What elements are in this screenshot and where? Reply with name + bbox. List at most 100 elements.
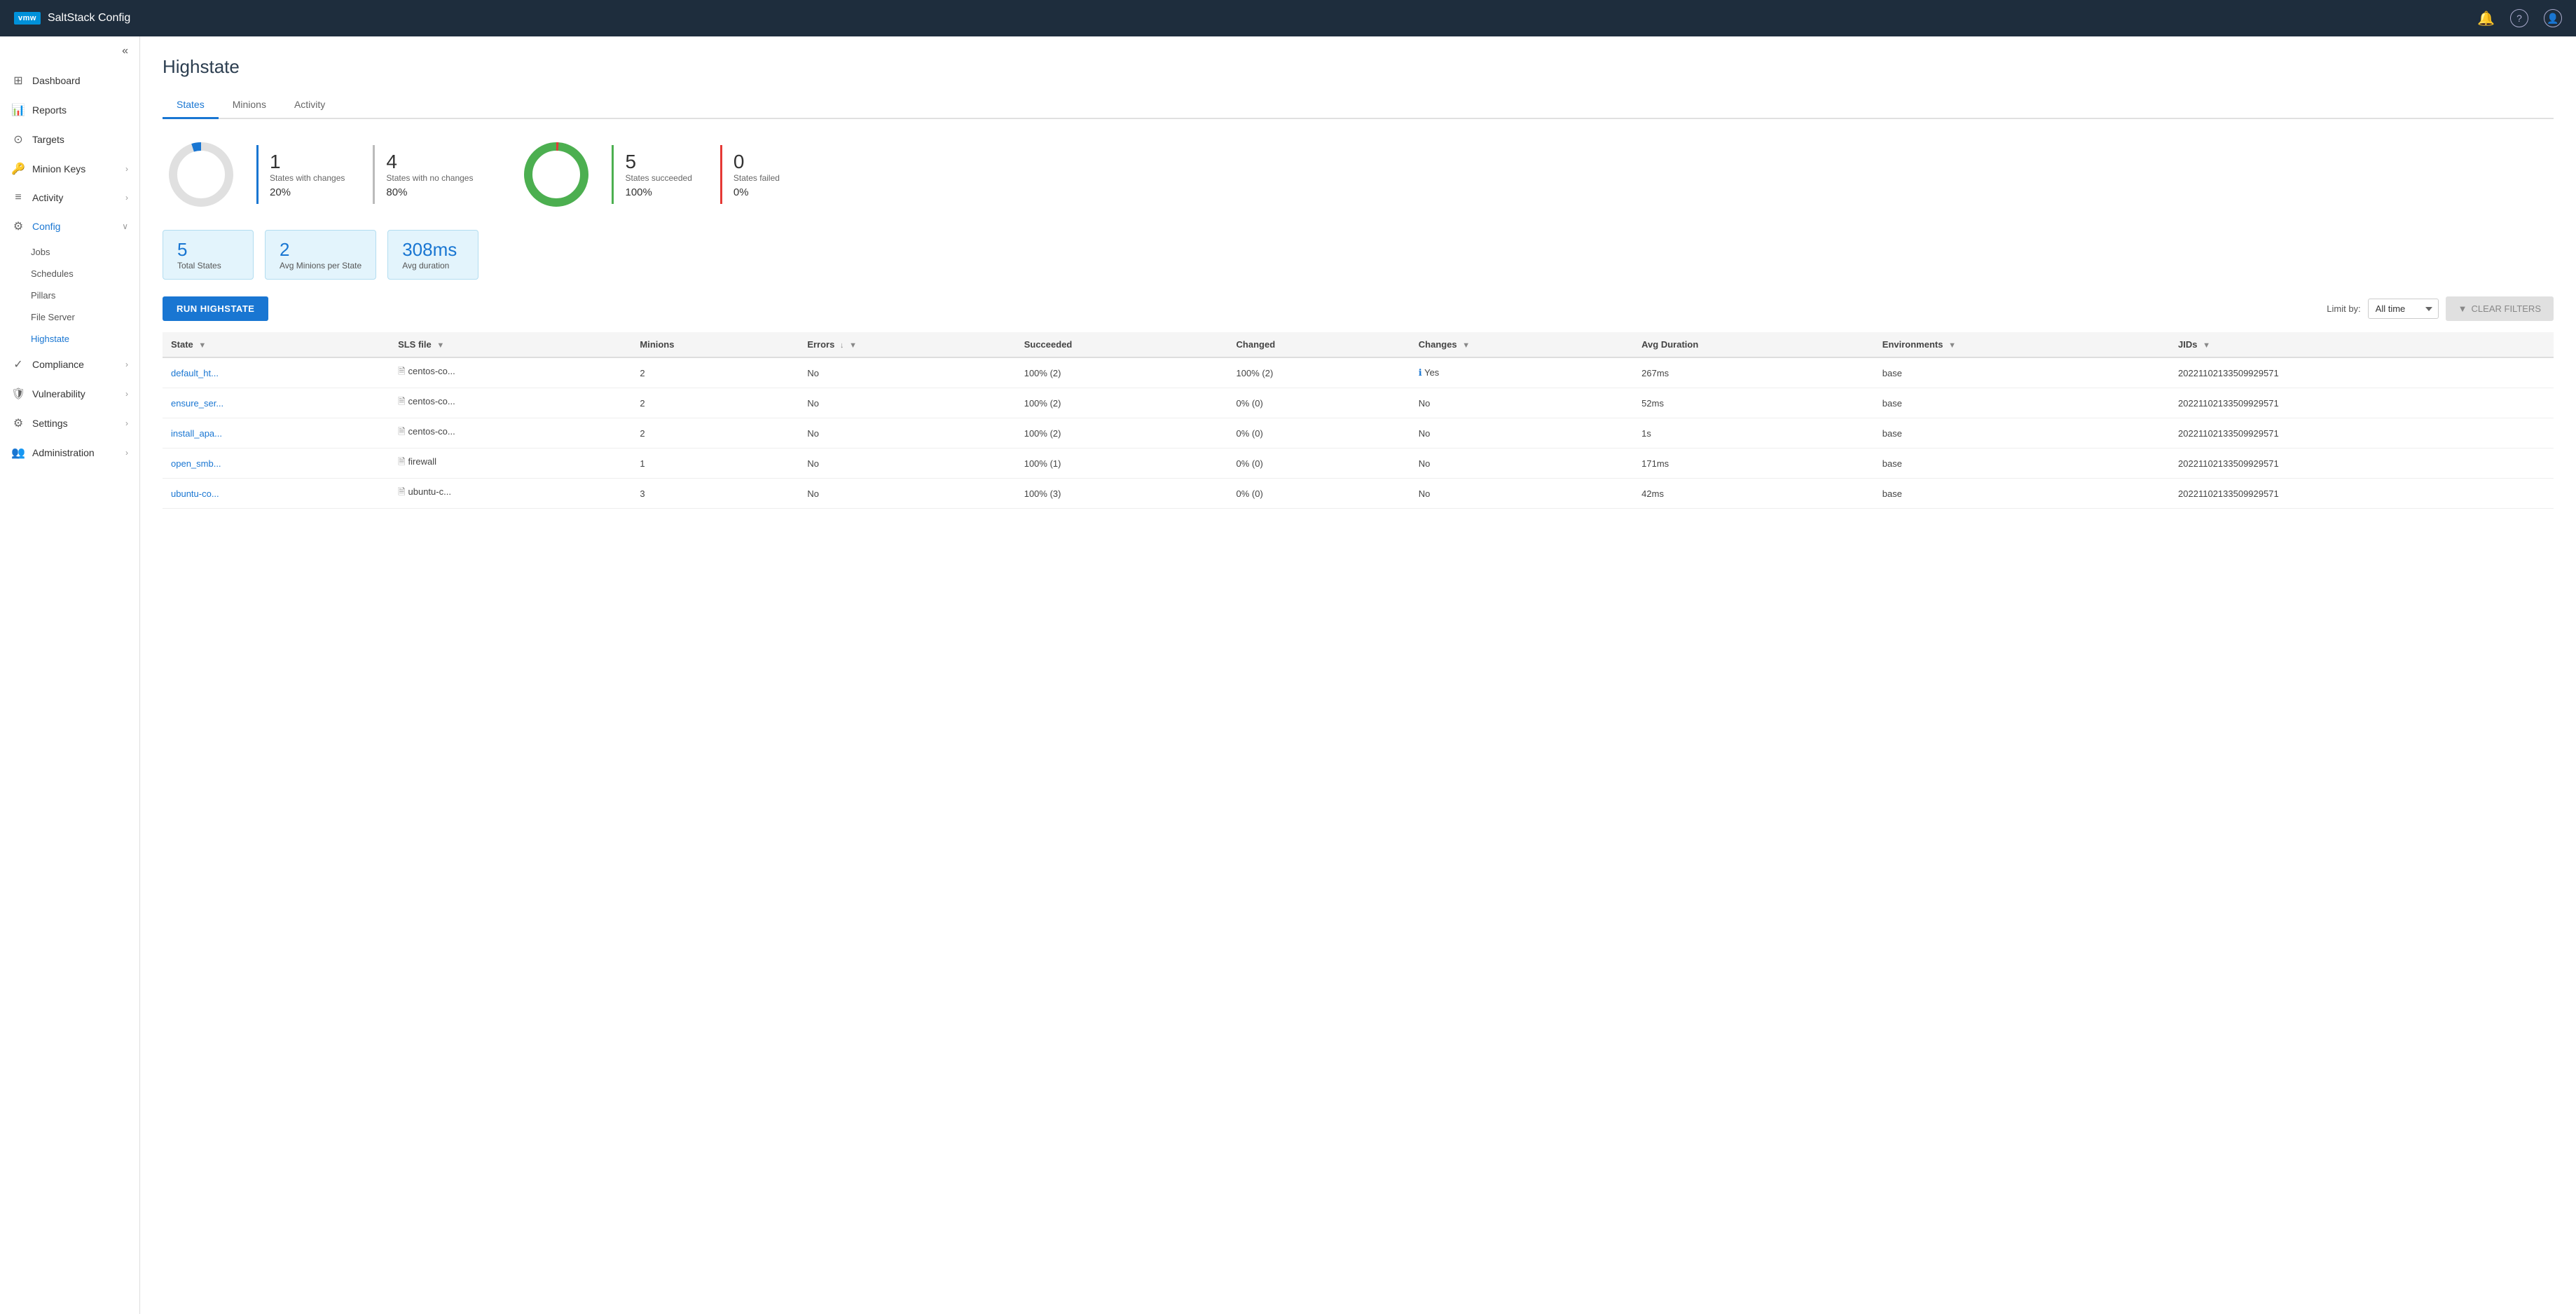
changed-cell: 0% (0) [1228, 418, 1410, 449]
states-succeeded-label: States succeeded [625, 173, 691, 184]
sidebar-item-targets[interactable]: ⊙ Targets [0, 125, 139, 154]
succeeded-cell: 100% (2) [1016, 418, 1228, 449]
col-avg-duration: Avg Duration [1633, 332, 1874, 357]
chevron-right-icon: › [125, 389, 128, 399]
tab-activity[interactable]: Activity [280, 92, 339, 119]
environments-cell: base [1874, 418, 2170, 449]
bell-icon[interactable]: 🔔 [2477, 10, 2495, 27]
sidebar-item-dashboard[interactable]: ⊞ Dashboard [0, 66, 139, 95]
changes-cell: ℹ Yes [1410, 357, 1633, 388]
states-with-changes-label: States with changes [270, 173, 345, 184]
col-sls-file: SLS file ▼ [390, 332, 631, 357]
table-row: ensure_ser... 🗎centos-co... 2 No 100% (2… [163, 388, 2554, 418]
tab-minions[interactable]: Minions [219, 92, 280, 119]
changed-cell: 0% (0) [1228, 479, 1410, 509]
sidebar-item-settings[interactable]: ⚙ Settings › [0, 409, 139, 438]
states-with-changes-count: 1 [270, 151, 345, 173]
sidebar-item-jobs[interactable]: Jobs [31, 241, 139, 263]
sidebar-item-label: Jobs [31, 247, 128, 257]
avg-minions-num: 2 [280, 239, 361, 261]
changes-cell: No [1410, 388, 1633, 418]
dashboard-icon: ⊞ [11, 74, 25, 88]
sidebar-item-compliance[interactable]: ✓ Compliance › [0, 350, 139, 379]
sidebar-item-schedules[interactable]: Schedules [31, 263, 139, 285]
errors-cell: No [799, 418, 1015, 449]
vmw-badge: vmw [14, 12, 41, 25]
sls-file-cell: 🗎ubuntu-c... [390, 479, 631, 509]
states-no-changes-stat: 4 States with no changes 80% [373, 145, 490, 205]
avg-duration-card: 308ms Avg duration [387, 230, 478, 280]
jids-filter-icon[interactable]: ▼ [2203, 341, 2210, 350]
sidebar-item-label: Vulnerability [32, 388, 118, 399]
sidebar-item-minion-keys[interactable]: 🔑 Minion Keys › [0, 154, 139, 184]
changed-cell: 100% (2) [1228, 357, 1410, 388]
changes-cell: No [1410, 418, 1633, 449]
config-icon: ⚙ [11, 219, 25, 233]
sls-file-cell: 🗎firewall [390, 449, 631, 479]
help-icon[interactable]: ? [2510, 9, 2528, 27]
app-title: SaltStack Config [48, 12, 130, 25]
run-highstate-button[interactable]: RUN HIGHSTATE [163, 296, 268, 321]
sidebar-item-config[interactable]: ⚙ Config ∨ [0, 212, 139, 241]
states-no-changes-label: States with no changes [386, 173, 473, 184]
sidebar-collapse-button[interactable]: « [0, 36, 139, 66]
chevron-down-icon: ∨ [122, 221, 128, 231]
sidebar-item-reports[interactable]: 📊 Reports [0, 95, 139, 125]
changed-cell: 0% (0) [1228, 388, 1410, 418]
stats-row: 1 States with changes 20% 4 States with … [163, 136, 2554, 213]
jids-cell: 20221102133509929571 [2170, 449, 2554, 479]
sls-file-cell: 🗎centos-co... [390, 357, 631, 388]
sidebar-item-label: File Server [31, 312, 128, 322]
changes-cell: No [1410, 479, 1633, 509]
state-cell[interactable]: ensure_ser... [163, 388, 390, 418]
sls-filter-icon[interactable]: ▼ [436, 341, 444, 350]
sidebar-item-pillars[interactable]: Pillars [31, 285, 139, 306]
administration-icon: 👥 [11, 446, 25, 460]
states-succeeded-count: 5 [625, 151, 691, 173]
state-cell[interactable]: open_smb... [163, 449, 390, 479]
states-failed-count: 0 [733, 151, 787, 173]
sidebar-item-label: Compliance [32, 359, 118, 370]
state-cell[interactable]: install_apa... [163, 418, 390, 449]
activity-icon: ≡ [11, 191, 25, 204]
sidebar-item-highstate[interactable]: Highstate [31, 328, 139, 350]
errors-sort-icon[interactable]: ↓ [840, 341, 844, 350]
state-filter-icon[interactable]: ▼ [198, 341, 206, 350]
sidebar-item-activity[interactable]: ≡ Activity › [0, 184, 139, 212]
succeeded-cell: 100% (2) [1016, 388, 1228, 418]
main-layout: « ⊞ Dashboard 📊 Reports ⊙ Targets 🔑 Mini… [0, 36, 2576, 1314]
limit-select[interactable]: All time Last hour Last day Last week La… [2368, 299, 2439, 319]
sidebar-item-vulnerability[interactable]: 🛡 Vulnerability › [0, 379, 139, 409]
user-icon[interactable]: 👤 [2544, 9, 2562, 27]
info-icon[interactable]: ℹ [1419, 367, 1422, 378]
topnav-left: vmw SaltStack Config [14, 12, 130, 25]
sidebar-item-file-server[interactable]: File Server [31, 306, 139, 328]
top-navigation: vmw SaltStack Config 🔔 ? 👤 [0, 0, 2576, 36]
env-filter-icon[interactable]: ▼ [1948, 341, 1956, 350]
errors-filter-icon[interactable]: ▼ [849, 341, 857, 350]
sidebar-item-administration[interactable]: 👥 Administration › [0, 438, 139, 467]
sls-file-cell: 🗎centos-co... [390, 388, 631, 418]
col-succeeded: Succeeded [1016, 332, 1228, 357]
chevron-right-icon: › [125, 448, 128, 458]
col-environments: Environments ▼ [1874, 332, 2170, 357]
table-header: State ▼ SLS file ▼ Minions Errors ↓ ▼ [163, 332, 2554, 357]
clear-filters-button[interactable]: ▼ CLEAR FILTERS [2446, 296, 2554, 321]
page-title: Highstate [163, 56, 2554, 78]
changes-filter-icon[interactable]: ▼ [1462, 341, 1470, 350]
chevron-right-icon: › [125, 193, 128, 203]
state-cell[interactable]: default_ht... [163, 357, 390, 388]
tabs: States Minions Activity [163, 92, 2554, 119]
col-errors: Errors ↓ ▼ [799, 332, 1015, 357]
tab-states[interactable]: States [163, 92, 219, 119]
info-cards: 5 Total States 2 Avg Minions per State 3… [163, 230, 2554, 280]
config-submenu: Jobs Schedules Pillars File Server Highs… [0, 241, 139, 350]
vulnerability-icon: 🛡 [11, 387, 25, 401]
state-cell[interactable]: ubuntu-co... [163, 479, 390, 509]
environments-cell: base [1874, 388, 2170, 418]
avg-duration-cell: 42ms [1633, 479, 1874, 509]
states-no-changes-count: 4 [386, 151, 473, 173]
sidebar-item-label: Administration [32, 447, 118, 458]
jids-cell: 20221102133509929571 [2170, 388, 2554, 418]
minions-cell: 2 [631, 418, 799, 449]
